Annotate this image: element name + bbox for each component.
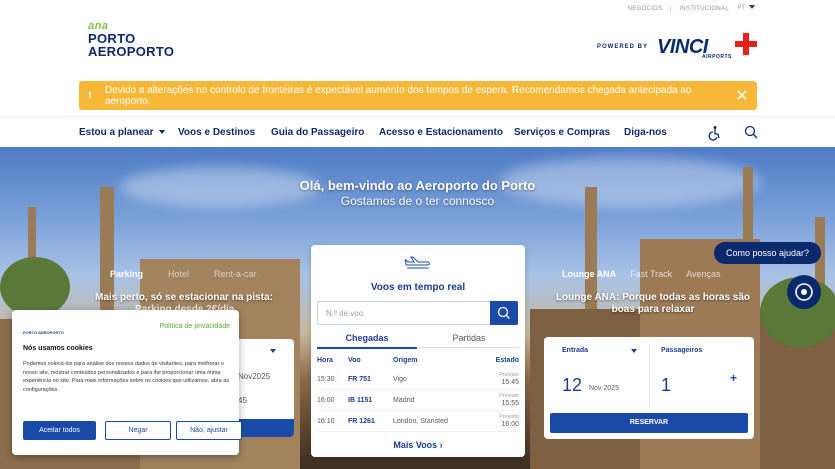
status-label: Previsto bbox=[499, 372, 519, 378]
chevron-down-icon[interactable] bbox=[270, 349, 276, 353]
adjust-button[interactable]: Não, ajustar bbox=[176, 421, 242, 440]
entry-day[interactable]: 12 bbox=[562, 375, 582, 396]
chevron-down-icon bbox=[159, 130, 166, 135]
flight-row[interactable]: 16:10 FR 1261 London, Stansted Previsto 1… bbox=[317, 412, 519, 432]
chat-button[interactable] bbox=[787, 275, 821, 309]
airports-label: AIRPORTS bbox=[702, 54, 732, 60]
chevron-down-icon bbox=[749, 5, 755, 10]
col-hora: Hora bbox=[317, 357, 333, 364]
tab-parking[interactable]: Parking bbox=[110, 269, 143, 279]
reserve-button[interactable]: RESERVAR bbox=[550, 413, 748, 433]
nav-item-servicos[interactable]: Serviços e Compras bbox=[514, 127, 610, 138]
flight-time: 15:30 bbox=[317, 376, 335, 383]
entry-month[interactable]: Nov 2025 bbox=[589, 385, 619, 392]
add-passenger-button[interactable]: + bbox=[730, 371, 737, 385]
parking-date[interactable]: Nov2025 bbox=[238, 372, 270, 381]
alert-message: Devido a alterações no controlo de front… bbox=[105, 84, 692, 107]
flight-number: FR 751 bbox=[348, 376, 371, 383]
tab-fast-track[interactable]: Fast Track bbox=[630, 269, 672, 279]
logo-line2: AEROPORTO bbox=[88, 44, 175, 59]
main-nav: Estou a planear Voos e Destinos Guia do … bbox=[0, 116, 835, 147]
vinci-logo: VINCI bbox=[657, 36, 708, 58]
close-icon[interactable]: ✕ bbox=[727, 86, 757, 106]
flight-time: 16:00 bbox=[317, 397, 335, 404]
status-time: 15:45 bbox=[501, 379, 519, 386]
alert-banner: ! Devido a alterações no controlo de fro… bbox=[79, 81, 757, 110]
flight-number-input[interactable]: N.º de voo bbox=[317, 301, 491, 325]
flights-card: Voos em tempo real N.º de voo Chegadas P… bbox=[311, 245, 525, 457]
tab-chegadas[interactable]: Chegadas bbox=[317, 333, 417, 349]
tab-rent-a-car[interactable]: Rent-a-car bbox=[214, 269, 257, 279]
language-selector[interactable]: PT bbox=[737, 5, 755, 11]
parking-headline: Mais perto, só se estacionar na pista: bbox=[95, 292, 273, 303]
accept-all-button[interactable]: Aceitar todos bbox=[23, 421, 96, 440]
cookie-title: Nós usamos cookies bbox=[23, 345, 93, 352]
hero-title: Olá, bem-vindo ao Aeroporto do Porto bbox=[299, 178, 536, 193]
status-label: Previsto bbox=[499, 414, 519, 420]
flight-origin: Vigo bbox=[393, 376, 407, 383]
nav-item-estou-a-planear[interactable]: Estou a planear bbox=[79, 127, 166, 138]
entry-label: Entrada bbox=[562, 347, 589, 354]
cookie-dialog: PORTO AEROPORTO Política de privacidade … bbox=[12, 310, 242, 455]
search-icon[interactable] bbox=[744, 125, 758, 139]
flight-row[interactable]: 16:00 IB 1151 Madrid Previsto 15:55 bbox=[317, 391, 519, 411]
flight-status: Previsto 15:45 bbox=[499, 371, 519, 387]
flight-origin: London, Stansted bbox=[393, 418, 448, 425]
utility-links: NEGÓCIOS INSTITUCIONAL bbox=[620, 6, 737, 12]
col-voo: Voo bbox=[348, 357, 361, 364]
tab-avencas[interactable]: Avenças bbox=[686, 269, 720, 279]
more-flights-link[interactable]: Mais Voos › bbox=[311, 440, 525, 450]
nav-item-guia[interactable]: Guia do Passageiro bbox=[271, 127, 364, 138]
powered-by-label: POWERED BY bbox=[597, 44, 649, 50]
nav-label: Estou a planear bbox=[79, 127, 154, 138]
flight-origin: Madrid bbox=[393, 397, 415, 404]
col-estado: Estado bbox=[495, 357, 519, 364]
passenger-count: 1 bbox=[661, 375, 672, 395]
flight-status: Previsto 16:00 bbox=[499, 413, 519, 429]
parking-value[interactable]: 45 bbox=[238, 396, 247, 405]
col-origem: Origem bbox=[393, 357, 418, 364]
flight-number: FR 1261 bbox=[348, 418, 375, 425]
link-institucional[interactable]: INSTITUCIONAL bbox=[671, 6, 737, 12]
nav-item-diga-nos[interactable]: Diga-nos bbox=[624, 127, 667, 138]
divider bbox=[649, 343, 650, 407]
tab-partidas[interactable]: Partidas bbox=[419, 333, 519, 348]
tab-hotel[interactable]: Hotel bbox=[168, 269, 189, 279]
status-time: 16:00 bbox=[501, 421, 519, 428]
status-time: 15:55 bbox=[501, 400, 519, 407]
deny-button[interactable]: Negar bbox=[105, 421, 171, 440]
nav-item-voos[interactable]: Voos e Destinos bbox=[178, 127, 255, 138]
cookie-text: Podemos colocá-los para análise dos noss… bbox=[23, 361, 230, 393]
chat-icon bbox=[795, 283, 813, 301]
lounge-card: Entrada Passageiros 12 Nov 2025 1 + RESE… bbox=[544, 337, 754, 439]
hero-subtitle: Gostamos de o ter connosco bbox=[340, 194, 495, 208]
flight-row[interactable]: 15:30 FR 751 Vigo Previsto 15:45 bbox=[317, 370, 519, 390]
cookie-logo: PORTO AEROPORTO bbox=[23, 330, 64, 335]
nav-item-acesso[interactable]: Acesso e Estacionamento bbox=[379, 127, 503, 138]
privacy-policy-link[interactable]: Política de privacidade bbox=[160, 323, 230, 330]
site-logo[interactable]: ana PORTO AEROPORTO bbox=[88, 21, 175, 59]
search-icon bbox=[497, 306, 510, 319]
accessibility-icon[interactable] bbox=[706, 125, 722, 141]
lounge-headline: Lounge ANA: Porque todas as horas são bo… bbox=[555, 292, 751, 315]
flight-time: 16:10 bbox=[317, 418, 335, 425]
status-label: Previsto bbox=[499, 393, 519, 399]
flights-title: Voos em tempo real bbox=[370, 282, 466, 293]
plane-icon bbox=[404, 256, 430, 269]
parking-tabs: Parking Hotel Rent-a-car bbox=[110, 269, 257, 279]
alert-icon: ! bbox=[88, 89, 92, 102]
flight-status: Previsto 15:55 bbox=[499, 392, 519, 408]
chevron-down-icon[interactable] bbox=[631, 349, 637, 353]
passengers-label: Passageiros bbox=[661, 347, 703, 354]
language-label: PT bbox=[737, 5, 745, 11]
chat-bubble[interactable]: Como posso ajudar? bbox=[714, 242, 821, 264]
flight-search-button[interactable] bbox=[490, 301, 518, 325]
lounge-tabs: Lounge ANA Fast Track Avenças bbox=[562, 269, 721, 279]
link-negocios[interactable]: NEGÓCIOS bbox=[620, 6, 672, 12]
flight-number: IB 1151 bbox=[348, 397, 373, 404]
tab-lounge-ana[interactable]: Lounge ANA bbox=[562, 269, 616, 279]
vinci-mark-icon bbox=[735, 33, 757, 55]
